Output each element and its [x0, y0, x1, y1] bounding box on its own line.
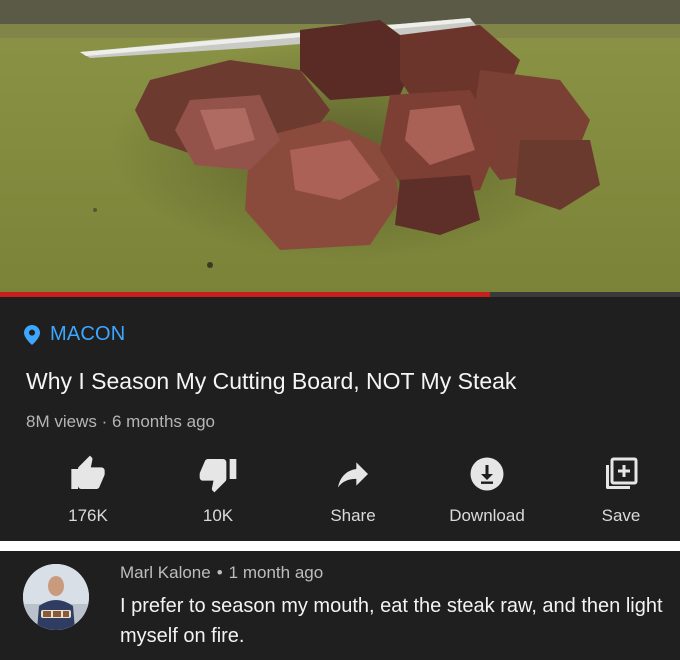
- save-icon: [606, 457, 638, 489]
- upload-age: 6 months ago: [112, 412, 216, 431]
- view-count: 8M views: [26, 412, 97, 431]
- comment-text: I prefer to season my mouth, eat the ste…: [120, 595, 663, 647]
- share-icon: [338, 462, 368, 488]
- comment-separator: •: [216, 563, 223, 582]
- dislike-button[interactable]: 10K: [163, 452, 273, 526]
- avatar[interactable]: [23, 564, 89, 630]
- video-title: Why I Season My Cutting Board, NOT My St…: [26, 368, 517, 394]
- meta-separator: ·: [101, 412, 108, 431]
- thumbs-up-icon: [71, 455, 105, 489]
- like-count: 176K: [68, 506, 108, 525]
- save-button[interactable]: Save: [566, 452, 676, 526]
- share-button[interactable]: Share: [298, 452, 408, 526]
- download-label: Download: [449, 506, 525, 525]
- video-meta: 8M views · 6 months ago: [26, 412, 215, 432]
- save-label: Save: [601, 506, 641, 525]
- video-thumbnail[interactable]: [0, 0, 680, 292]
- video-info-panel: MACON Why I Season My Cutting Board, NOT…: [0, 297, 680, 541]
- dislike-count: 10K: [202, 506, 234, 525]
- comment-time: 1 month ago: [228, 563, 324, 582]
- location-pin-icon: [24, 324, 40, 345]
- location-label: MACON: [50, 323, 126, 345]
- like-button[interactable]: 176K: [33, 452, 143, 526]
- comment-author[interactable]: Marl Kalone: [120, 563, 211, 582]
- location-link[interactable]: MACON: [24, 323, 125, 346]
- share-label: Share: [330, 506, 376, 525]
- comment-header: Marl Kalone • 1 month ago: [120, 563, 323, 583]
- download-icon: [470, 457, 504, 491]
- section-divider: [0, 541, 680, 551]
- download-button[interactable]: Download: [432, 452, 542, 526]
- comment-item: Marl Kalone • 1 month ago I prefer to seas…: [0, 551, 680, 660]
- action-bar: 176K 10K Share Download Save: [0, 452, 680, 532]
- thumbs-down-icon: [199, 459, 237, 493]
